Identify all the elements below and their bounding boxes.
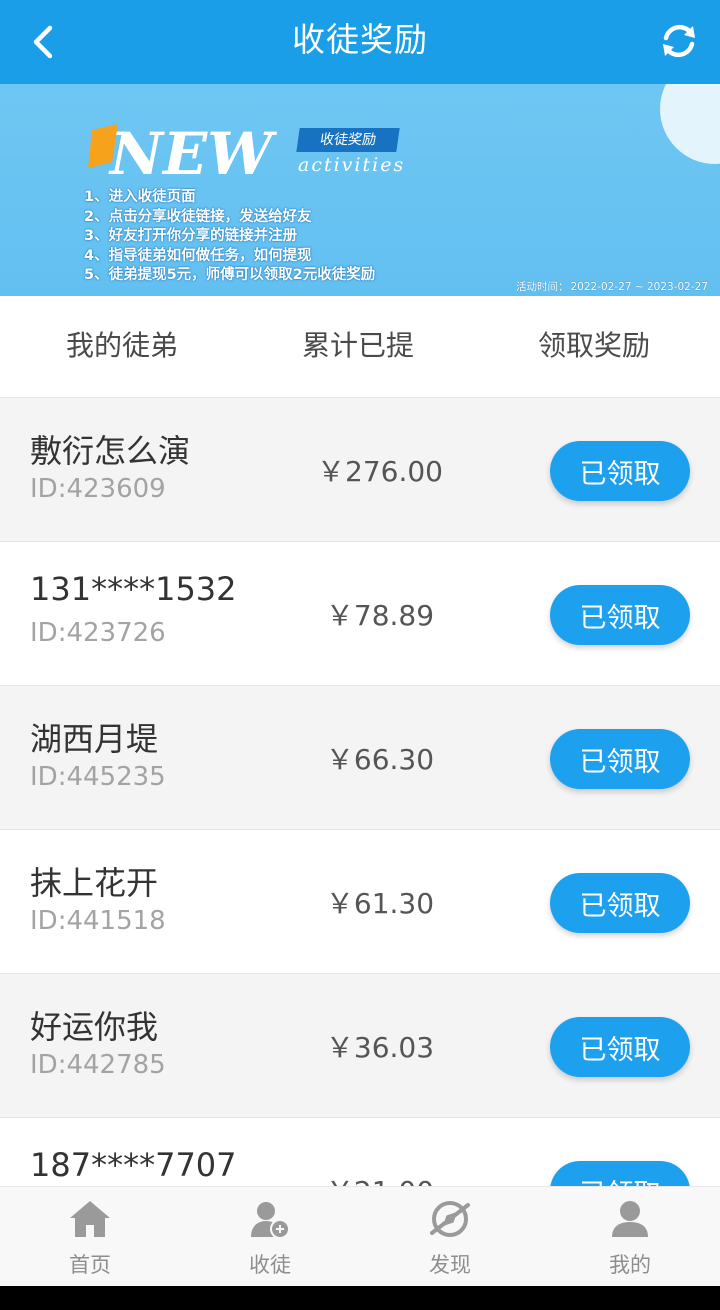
list-item: 敷衍怎么演 ID:423609 ￥276.00 已领取 [0, 398, 720, 542]
column-headers: 我的徒弟 累计已提 领取奖励 [0, 296, 720, 398]
activities-subtitle: activities [298, 154, 406, 176]
new-headline: NEW [108, 120, 277, 188]
add-user-icon [251, 1202, 290, 1239]
apprentice-id: ID:442785 [30, 1050, 166, 1080]
withdrawn-amount: ￥78.89 [325, 599, 435, 632]
promo-banner: NEW 收徒奖励 activities 1、进入收徒页面 2、点击分享收徒链接，… [0, 84, 720, 296]
compass-icon [430, 1201, 470, 1237]
page: 收徒奖励 NEW 收徒奖励 activities 1、进入收徒页面 2、点击分享… [0, 0, 720, 1310]
reward-badge: 收徒奖励 [296, 128, 400, 152]
withdrawn-amount: ￥36.03 [325, 1031, 435, 1064]
activity-period: 活动时间： 2022-02-27 ~ 2023-02-27 [516, 279, 708, 294]
claimed-button[interactable]: 已领取 [550, 729, 690, 789]
apprentice-id: ID:423726 [30, 618, 166, 648]
activity-period-value: 2022-02-27 ~ 2023-02-27 [570, 281, 708, 293]
apprentice-id: ID:441518 [30, 906, 166, 936]
step-item: 1、进入收徒页面 [84, 189, 196, 205]
decorative-circle [660, 84, 720, 164]
list-item: 131****1532 ID:423726 ￥78.89 已领取 [0, 542, 720, 686]
tab-label: 我的 [609, 1253, 651, 1277]
step-item: 4、指导徒弟如何做任务，如何提现 [84, 247, 312, 264]
tab-discover[interactable]: 发现 [360, 1187, 540, 1287]
tab-label: 收徒 [249, 1253, 291, 1277]
step-item: 5、徒弟提现5元，师傅可以领取2元收徒奖励 [84, 267, 376, 283]
person-icon [612, 1201, 648, 1237]
tab-mine[interactable]: 我的 [540, 1187, 720, 1287]
refresh-icon[interactable] [656, 18, 702, 64]
system-navigation-bar [0, 1286, 720, 1310]
list-item: 187****7707 ￥21.00 已领取 [0, 1118, 720, 1186]
bottom-tab-bar: 首页 收徒 发现 我的 [0, 1186, 720, 1286]
step-item: 2、点击分享收徒链接，发送给好友 [84, 208, 312, 225]
apprentice-name: 131****1532 [30, 570, 237, 608]
apprentice-name: 敷衍怎么演 [30, 432, 191, 470]
home-icon [70, 1201, 110, 1237]
new-logo: NEW [88, 120, 277, 188]
list-item: 好运你我 ID:442785 ￥36.03 已领取 [0, 974, 720, 1118]
apprentice-name: 湖西月堤 [30, 720, 159, 758]
withdrawn-amount: ￥21.00 [280, 1170, 480, 1186]
list-item: 抹上花开 ID:441518 ￥61.30 已领取 [0, 830, 720, 974]
tab-home[interactable]: 首页 [0, 1187, 180, 1287]
claimed-button[interactable]: 已领取 [550, 1017, 690, 1077]
tab-label: 发现 [429, 1253, 471, 1277]
step-list: 1、进入收徒页面 2、点击分享收徒链接，发送给好友 3、好友打开你分享的链接并注… [84, 188, 484, 286]
tab-label: 首页 [69, 1253, 111, 1277]
claimed-button[interactable]: 已领取 [550, 441, 690, 501]
withdrawn-amount: ￥66.30 [325, 743, 435, 776]
claimed-button[interactable]: 已领取 [550, 873, 690, 933]
column-header-withdrawn: 累计已提 [302, 329, 415, 362]
claimed-button[interactable]: 已领取 [550, 1161, 690, 1186]
claimed-button[interactable]: 已领取 [550, 585, 690, 645]
tab-recruit[interactable]: 收徒 [180, 1187, 360, 1287]
apprentice-id: ID:423609 [30, 474, 166, 504]
apprentice-name: 抹上花开 [30, 864, 159, 902]
apprentice-name: 187****7707 [30, 1146, 237, 1184]
withdrawn-amount: ￥61.30 [325, 887, 435, 920]
page-title: 收徒奖励 [292, 20, 428, 59]
apprentice-id: ID:445235 [30, 762, 166, 792]
apprentice-list[interactable]: 敷衍怎么演 ID:423609 ￥276.00 已领取 131****1532 … [0, 398, 720, 1186]
list-item: 湖西月堤 ID:445235 ￥66.30 已领取 [0, 686, 720, 830]
app-header: 收徒奖励 [0, 0, 720, 84]
activity-period-label: 活动时间： [515, 281, 569, 293]
apprentice-name: 好运你我 [30, 1008, 159, 1046]
column-header-claim: 领取奖励 [538, 329, 651, 362]
step-item: 3、好友打开你分享的链接并注册 [84, 228, 298, 244]
withdrawn-amount: ￥276.00 [317, 455, 443, 488]
column-header-apprentice: 我的徒弟 [66, 329, 179, 362]
